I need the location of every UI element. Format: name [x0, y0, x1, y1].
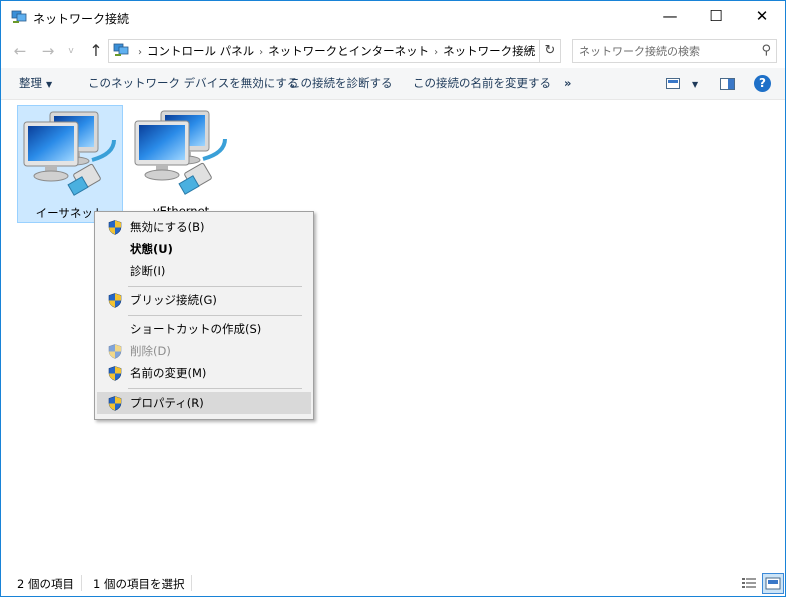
network-item-ethernet[interactable]: イーサネット [17, 105, 123, 223]
breadcrumb-network-internet[interactable]: ネットワークとインターネット [268, 44, 429, 58]
back-arrow-icon[interactable]: ← [9, 40, 31, 62]
refresh-icon[interactable]: ↻ [539, 40, 560, 62]
chevron-down-icon: ▼ [692, 80, 699, 89]
diagnose-connection-button[interactable]: この接続を診断する [289, 68, 393, 99]
close-button[interactable]: ✕ [739, 1, 785, 32]
network-connections-icon [11, 10, 27, 23]
breadcrumb-separator-icon[interactable]: › [434, 47, 438, 58]
menu-item-label: 削除(D) [130, 344, 171, 358]
organize-label: 整理 [19, 76, 42, 90]
uac-shield-icon [108, 344, 122, 359]
breadcrumb-separator-icon[interactable]: › [259, 47, 263, 58]
rename-connection-button[interactable]: この接続の名前を変更する [413, 68, 551, 99]
address-bar[interactable]: › コントロール パネル › ネットワークとインターネット › ネットワーク接続 ▾ ↻ [108, 39, 561, 63]
navigation-bar: ← → v ↑ › コントロール パネル › ネットワークとインターネット › ネットワー… [1, 37, 785, 65]
search-input[interactable] [579, 41, 749, 61]
uac-shield-icon [108, 220, 122, 235]
item-count: 2 個の項目 [17, 577, 74, 591]
organize-menu-button[interactable]: 整理 ▼ [19, 68, 52, 99]
title-bar[interactable]: ネットワーク接続 — ☐ ✕ [1, 1, 785, 32]
command-bar: 整理 ▼ このネットワーク デバイスを無効にする この接続を診断する この接続の名… [1, 68, 785, 100]
menu-item-delete: 削除(D) [97, 340, 311, 362]
status-divider [191, 575, 192, 591]
menu-separator [128, 388, 302, 389]
menu-item-rename[interactable]: 名前の変更(M) [97, 362, 311, 384]
uac-shield-icon [108, 396, 122, 411]
status-bar: 2 個の項目 1 個の項目を選択 [1, 571, 785, 596]
breadcrumb-control-panel[interactable]: コントロール パネル [147, 44, 254, 58]
search-icon[interactable]: ⚲ [761, 43, 771, 58]
breadcrumb-separator-icon[interactable]: › [138, 47, 142, 58]
uac-shield-icon [108, 366, 122, 381]
network-item-vethernet[interactable]: vEthernet [129, 105, 233, 221]
menu-item-status[interactable]: 状態(U) [97, 238, 311, 260]
menu-item-diagnose[interactable]: 診断(I) [97, 260, 311, 282]
preview-pane-button[interactable] [720, 68, 735, 99]
minimize-button[interactable]: — [647, 1, 693, 32]
search-box[interactable]: ⚲ [572, 39, 777, 63]
chevron-down-icon: ▼ [46, 80, 53, 89]
selection-count: 1 個の項目を選択 [93, 577, 185, 591]
menu-item-label: 無効にする(B) [130, 220, 205, 234]
menu-item-label: 名前の変更(M) [130, 366, 207, 380]
menu-item-label: ショートカットの作成(S) [130, 322, 262, 336]
context-menu: 無効にする(B) 状態(U) 診断(I) ブリッジ接続(G) ショートカットの作… [94, 211, 314, 420]
recent-locations-chevron-icon[interactable]: v [65, 40, 77, 62]
menu-item-label: 診断(I) [130, 264, 166, 278]
menu-item-label: 状態(U) [130, 242, 173, 256]
uac-shield-icon [108, 293, 122, 308]
up-arrow-icon[interactable]: ↑ [85, 40, 107, 62]
menu-item-label: プロパティ(R) [130, 396, 204, 410]
menu-item-disable[interactable]: 無効にする(B) [97, 216, 311, 238]
network-adapter-icon [134, 110, 227, 195]
menu-item-properties[interactable]: プロパティ(R) [97, 392, 311, 414]
menu-separator [128, 315, 302, 316]
explorer-window: ネットワーク接続 — ☐ ✕ ← → v ↑ › コントロール パネル › ネットワー… [0, 0, 786, 597]
menu-item-bridge[interactable]: ブリッジ接続(G) [97, 289, 311, 311]
large-icons-view-icon [765, 577, 781, 590]
maximize-button[interactable]: ☐ [693, 1, 739, 32]
address-dropdown-icon[interactable]: ▾ [523, 40, 537, 62]
large-icons-view-button[interactable] [762, 573, 784, 594]
menu-item-label: ブリッジ接続(G) [130, 293, 217, 307]
control-panel-icon [113, 43, 129, 56]
window-title: ネットワーク接続 [33, 12, 130, 26]
disable-device-button[interactable]: このネットワーク デバイスを無効にする [88, 68, 298, 99]
help-icon[interactable]: ? [754, 75, 771, 92]
preview-pane-icon [720, 77, 735, 90]
menu-separator [128, 286, 302, 287]
breadcrumb-network-connections[interactable]: ネットワーク接続 [443, 44, 535, 58]
change-view-button[interactable]: ▼ [666, 68, 698, 99]
more-commands-button[interactable]: » [564, 68, 571, 99]
details-view-icon[interactable] [741, 576, 757, 590]
status-divider [81, 575, 82, 591]
breadcrumb: › コントロール パネル › ネットワークとインターネット › ネットワーク接続 [133, 43, 535, 59]
network-adapter-icon [23, 111, 116, 196]
view-icon [666, 78, 680, 89]
forward-arrow-icon[interactable]: → [37, 40, 59, 62]
menu-item-create-shortcut[interactable]: ショートカットの作成(S) [97, 318, 311, 340]
